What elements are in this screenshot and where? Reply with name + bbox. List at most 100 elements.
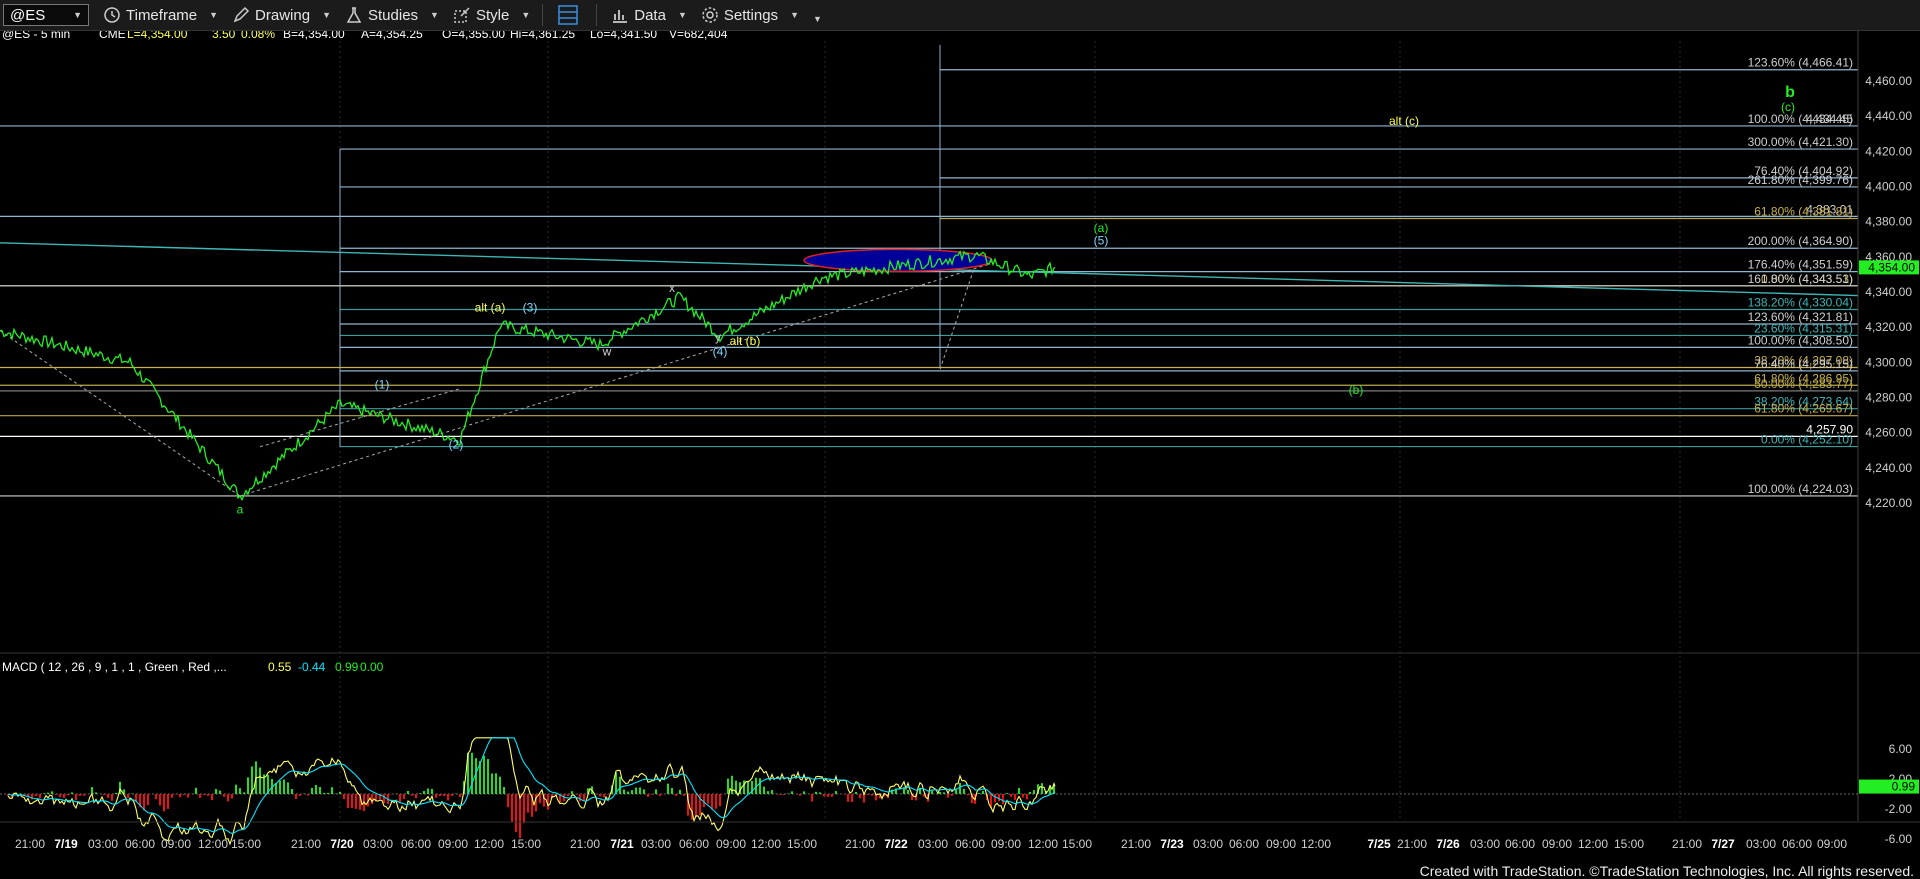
time-tick: 21:00 (1121, 837, 1151, 851)
wave-label: (5) (1094, 234, 1109, 248)
price-tick: 4,400.00 (1865, 180, 1912, 194)
gear-icon (702, 7, 718, 23)
time-tick: 7/27 (1711, 837, 1735, 851)
fib-label: 100.00% (4,308.50) (1748, 333, 1853, 347)
time-tick: 21:00 (1672, 837, 1702, 851)
style-label: Style (475, 6, 510, 24)
time-tick: 06:00 (125, 837, 155, 851)
macd-tick: 6.00 (1889, 742, 1913, 756)
time-tick: 7/20 (330, 837, 354, 851)
more-menu[interactable]: ▼ (813, 6, 822, 24)
time-tick: 09:00 (1817, 837, 1847, 851)
symbol-value: @ES (10, 6, 46, 24)
time-tick: 12:00 (1578, 837, 1608, 851)
settings-menu[interactable]: Settings ▼ (701, 6, 799, 24)
time-tick: 7/19 (54, 837, 78, 851)
time-tick: 03:00 (88, 837, 118, 851)
price-tick: 4,460.00 (1865, 74, 1912, 88)
time-tick: 06:00 (401, 837, 431, 851)
time-tick: 21:00 (570, 837, 600, 851)
time-tick: 21:00 (291, 837, 321, 851)
header-low: Lo=4,341.50 (590, 31, 657, 41)
time-tick: 15:00 (511, 837, 541, 851)
style-icon (454, 7, 470, 23)
time-tick: 03:00 (1746, 837, 1776, 851)
price-chart[interactable]: 123.60% (4,466.41)100.00% (4,434.45)4,43… (0, 31, 1920, 859)
fib-label: 100.00% (4,224.03) (1748, 482, 1853, 496)
time-tick: 03:00 (1470, 837, 1500, 851)
toolbar: @ES ▼ Timeframe ▼ Drawing ▼ Studies ▼ St… (0, 0, 1920, 31)
time-tick: 06:00 (1505, 837, 1535, 851)
timeframe-label: Timeframe (126, 6, 198, 24)
time-tick: 15:00 (1062, 837, 1092, 851)
macd-last-label: 0.99 (1892, 780, 1916, 794)
wave-label: (4) (713, 344, 728, 358)
time-tick: 15:00 (787, 837, 817, 851)
price-tick: 4,420.00 (1865, 144, 1912, 158)
time-tick: 03:00 (1193, 837, 1223, 851)
toolbar-divider (596, 4, 598, 26)
wave-label: alt (a) (475, 300, 506, 314)
wave-label: a (237, 503, 244, 517)
header-volume: V=682,404 (669, 31, 728, 41)
data-label: Data (634, 6, 666, 24)
footer-credit: Created with TradeStation. ©TradeStation… (1419, 863, 1914, 879)
header-ask: A=4,354.25 (361, 31, 423, 41)
price-tick: 4,260.00 (1865, 426, 1912, 440)
header-last: L=4,354.00 (127, 31, 188, 41)
time-tick: 03:00 (363, 837, 393, 851)
macd-signal-value: -0.44 (298, 660, 326, 674)
wave-label: w (602, 344, 612, 358)
header-change-pct: 0.08% (241, 31, 275, 41)
wave-label: (1) (375, 378, 390, 392)
macd-value: 0.55 (268, 660, 292, 674)
price-tick: 4,440.00 (1865, 109, 1912, 123)
price-tick: 4,240.00 (1865, 461, 1912, 475)
fib-label: 4,434.45 (1806, 112, 1853, 126)
time-tick: 09:00 (1266, 837, 1296, 851)
macd-label: MACD ( 12 , 26 , 9 , 1 , 1 , Green , Red… (2, 660, 227, 674)
time-tick: 06:00 (679, 837, 709, 851)
macd-tick: -6.00 (1885, 832, 1913, 846)
time-tick: 09:00 (716, 837, 746, 851)
wave-label: (b) (1349, 383, 1364, 397)
price-tick: 4,300.00 (1865, 355, 1912, 369)
studies-menu[interactable]: Studies ▼ (345, 6, 439, 24)
chevron-down-icon: ▼ (73, 10, 82, 20)
style-menu[interactable]: Style ▼ (453, 6, 530, 24)
layout-button[interactable] (557, 4, 584, 26)
wave-label: y (715, 330, 721, 344)
symbol-selector[interactable]: @ES ▼ (3, 4, 89, 26)
header-symbol: @ES - 5 min (2, 31, 70, 41)
data-menu[interactable]: Data ▼ (611, 6, 687, 24)
time-tick: 7/26 (1436, 837, 1460, 851)
time-tick: 12:00 (751, 837, 781, 851)
toolbar-divider (542, 4, 544, 26)
fib-label: 161.80% (4,343.51) (1748, 272, 1853, 286)
timeframe-menu[interactable]: Timeframe ▼ (103, 6, 218, 24)
fib-label: 261.80% (4,399.76) (1748, 173, 1853, 187)
time-tick: 06:00 (1229, 837, 1259, 851)
macd-diff-value: 0.99 (335, 660, 359, 674)
header-change: 3.50 (212, 31, 236, 41)
drawing-menu[interactable]: Drawing ▼ (232, 6, 331, 24)
header-high: Hi=4,361.25 (510, 31, 575, 41)
time-tick: 06:00 (955, 837, 985, 851)
macd-extra-value: 0.00 (360, 660, 384, 674)
time-tick: 09:00 (1542, 837, 1572, 851)
time-tick: 12:00 (1301, 837, 1331, 851)
fib-label: 138.20% (4,330.04) (1748, 296, 1853, 310)
time-tick: 15:00 (231, 837, 261, 851)
time-tick: 7/22 (884, 837, 908, 851)
wave-label: b (1785, 84, 1795, 101)
wave-label: (c) (1781, 100, 1795, 114)
time-tick: 09:00 (438, 837, 468, 851)
settings-label: Settings (723, 6, 779, 24)
wave-label: alt (b) (730, 334, 761, 348)
time-tick: 12:00 (474, 837, 504, 851)
chevron-down-icon: ▼ (812, 14, 822, 24)
flask-icon (346, 7, 362, 23)
fib-label: 76.40% (4,295.15) (1754, 357, 1853, 371)
fib-label: 300.00% (4,421.30) (1748, 135, 1853, 149)
fib-label: 200.00% (4,364.90) (1748, 234, 1853, 248)
